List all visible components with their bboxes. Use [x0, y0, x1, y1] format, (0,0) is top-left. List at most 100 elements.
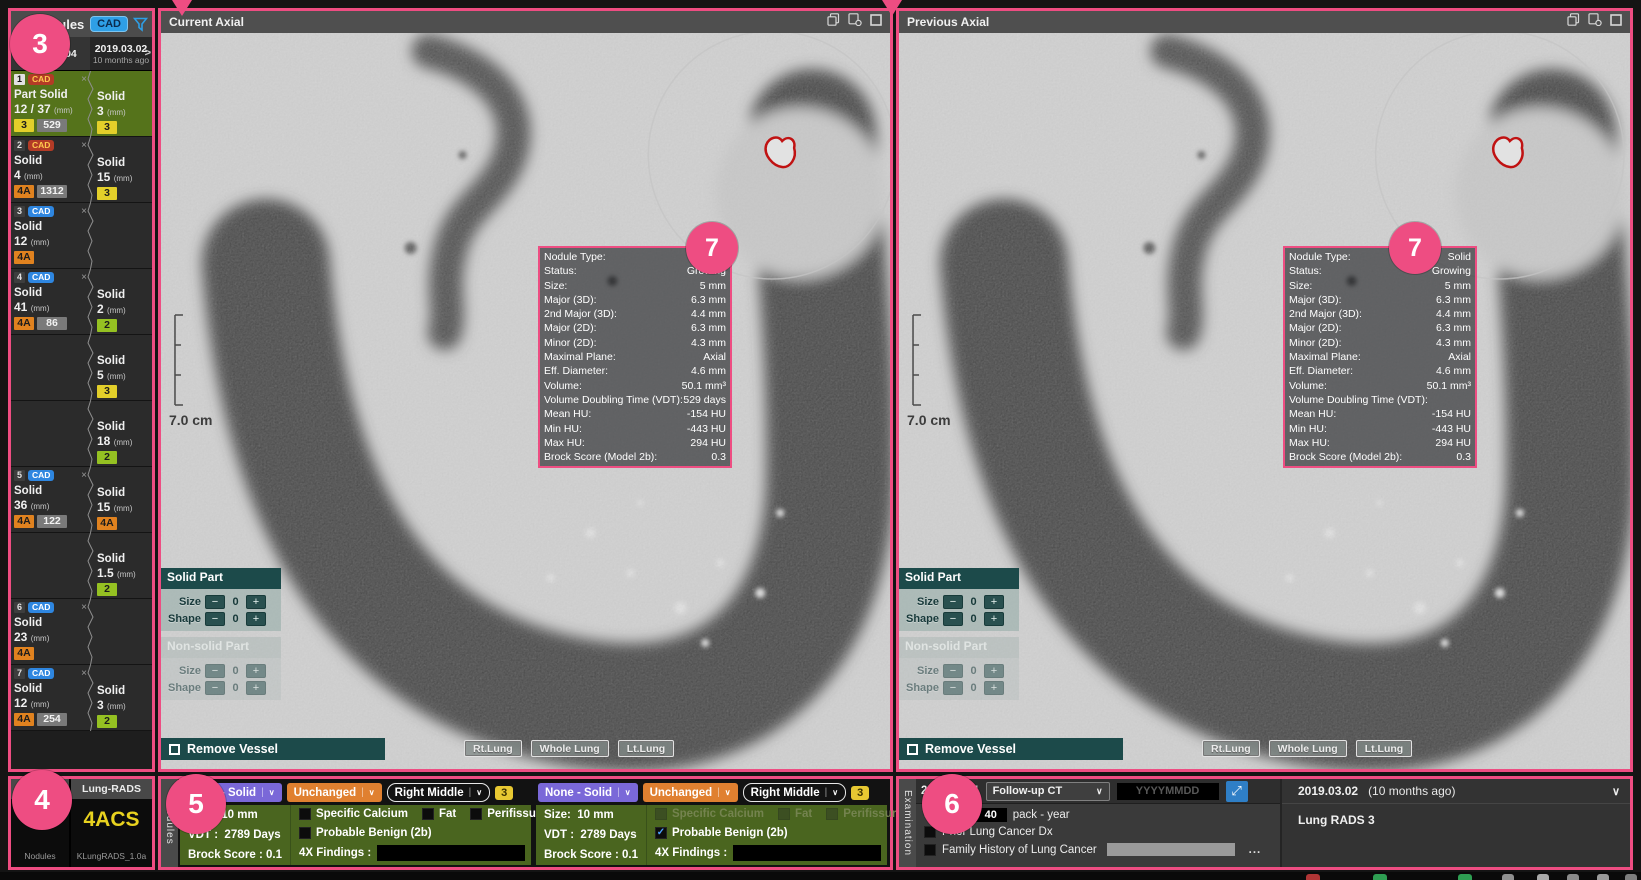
status-dropdown[interactable]: Unchanged | ∨ — [287, 783, 382, 802]
lung-region-button[interactable]: Rt.Lung — [1202, 740, 1260, 757]
overlay-row: 2nd Major (3D): 4.4 mm — [544, 307, 726, 321]
study-type-dropdown[interactable]: Follow-up CT ∨ — [986, 782, 1110, 801]
copy-report-icon[interactable] — [827, 13, 840, 31]
maximize-icon[interactable] — [870, 13, 882, 31]
lung-region-buttons: Rt.Lung Whole Lung Lt.Lung — [1202, 740, 1412, 757]
lung-region-button[interactable]: Whole Lung — [531, 740, 609, 757]
nodule-row[interactable]: 3 CAD × Solid 12 (mm) 4A — [11, 203, 152, 269]
overlay-row: Maximal Plane: Axial — [544, 350, 726, 364]
nodule-row[interactable]: 6 CAD × Solid 23 (mm) 4A — [11, 599, 152, 665]
link-zigzag — [87, 203, 94, 269]
nonsolid-part-title: Non-solid Part — [161, 637, 281, 658]
prior-cancer-checkbox[interactable]: Prior Lung Cancer Dx — [924, 825, 1272, 840]
overlay-row: Volume Doubling Time (VDT): — [1289, 393, 1471, 407]
previous-lungrads-result: Lung RADS 3 — [1282, 804, 1630, 836]
family-history-input[interactable] — [1107, 843, 1235, 856]
overlay-value: 0.3 — [1456, 450, 1471, 464]
viewport-title: Current Axial — [169, 15, 244, 29]
size-value: 23 — [14, 630, 27, 644]
filter-icon[interactable] — [133, 17, 148, 32]
nodule-size-label: 12 (mm) — [14, 234, 87, 248]
cad-badge: CAD — [28, 74, 54, 85]
overlay-value: 6.3 mm — [1436, 321, 1471, 335]
chevron-down-icon: ∨ — [832, 788, 838, 797]
nodule-size-label: 41 (mm) — [14, 300, 87, 314]
previous-study-date[interactable]: 2019.03.02 10 months ago — [90, 37, 152, 70]
tab-examination[interactable]: Examination — [899, 779, 916, 867]
overlay-label: Eff. Diameter: — [1289, 364, 1353, 378]
size-unit: (mm) — [114, 438, 133, 447]
lung-region-button[interactable]: Lt.Lung — [1356, 740, 1412, 757]
category-badge: 4A — [14, 713, 34, 726]
nodule-current-cell: 4 CAD × Solid 41 (mm) 4A 86 — [11, 269, 90, 334]
lung-region-button[interactable]: Whole Lung — [1269, 740, 1347, 757]
vdt-value: 2789 Days — [224, 829, 280, 841]
copy-report-icon[interactable] — [1567, 13, 1580, 31]
overlay-value: 4.6 mm — [691, 364, 726, 378]
previous-exam-ago: (10 months ago) — [1368, 784, 1455, 798]
location-dropdown[interactable]: Right Middle | ∨ — [743, 783, 846, 802]
overlay-label: Status: — [1289, 264, 1322, 278]
nodule-type-dropdown[interactable]: None - Solid | ∨ — [538, 783, 638, 802]
cad-toggle-button[interactable]: CAD — [90, 16, 128, 32]
nodule-type-label: Solid — [97, 420, 149, 434]
location-dropdown[interactable]: Right Middle | ∨ — [387, 783, 490, 802]
nodule-row[interactable]: 5 CAD × Solid 36 (mm) 4A 122 Solid 15 (m… — [11, 467, 152, 533]
increase-button[interactable]: + — [246, 595, 266, 609]
nodule-previous-cell: Solid 2 (mm) 2 — [90, 269, 152, 334]
nodule-type-label: Solid — [97, 486, 149, 500]
remove-vessel-checkbox[interactable] — [907, 744, 918, 755]
status-dropdown[interactable]: Unchanged | ∨ — [643, 783, 738, 802]
more-button[interactable]: ... — [1249, 844, 1262, 856]
increase-button[interactable]: + — [984, 595, 1004, 609]
overlay-value: -154 HU — [687, 407, 726, 421]
nodule-row[interactable]: 1 CAD × Part Solid 12 / 37 (mm) 3 529 So… — [11, 71, 152, 137]
family-history-checkbox[interactable]: Family History of Lung Cancer ... — [924, 842, 1272, 857]
solid-part-panel: Solid Part Size − 0 + Shape − 0 + Non-so… — [161, 568, 281, 700]
current-axial-viewport[interactable]: 7.0 cm Nodule Type: Solid Status: Growin… — [161, 33, 890, 769]
probable-benign-checkbox[interactable]: ✓Probable Benign (2b) — [655, 827, 788, 839]
nodule-type-label: Solid — [14, 220, 87, 234]
nodule-row[interactable]: Solid 5 (mm) 3 — [11, 335, 152, 401]
nodule-row[interactable]: 2 CAD × Solid 4 (mm) 4A 1312 Solid 15 (m… — [11, 137, 152, 203]
fat-checkbox[interactable]: Fat — [422, 808, 456, 820]
lung-region-button[interactable]: Lt.Lung — [618, 740, 674, 757]
adjust-label: Size — [903, 665, 939, 677]
previous-date-text: 2019.03.02 — [95, 43, 148, 55]
chevron-down-icon[interactable]: ∨ — [1612, 785, 1620, 798]
decrease-button[interactable]: − — [943, 595, 963, 609]
increase-button[interactable]: + — [984, 612, 1004, 626]
date-input[interactable] — [1117, 783, 1219, 800]
nodule-row[interactable]: Solid 1.5 (mm) 2 — [11, 533, 152, 599]
expand-icon[interactable]: ⤢ — [1226, 781, 1248, 802]
increase-button[interactable]: + — [246, 612, 266, 626]
decrease-button[interactable]: − — [943, 612, 963, 626]
remove-vessel-checkbox[interactable] — [169, 744, 180, 755]
overlay-label: 2nd Major (3D): — [1289, 307, 1362, 321]
specific-calcium-checkbox[interactable]: Specific Calcium — [299, 808, 408, 820]
nodule-type-label: Solid — [97, 684, 149, 698]
chevron-right-icon[interactable]: > — [145, 47, 151, 59]
nodule-row[interactable]: Solid 18 (mm) 2 — [11, 401, 152, 467]
decrease-button[interactable]: − — [205, 612, 225, 626]
adjust-label: Size — [903, 596, 939, 608]
previous-axial-viewport[interactable]: 7.0 cm Nodule Type: Solid Status: Growin… — [899, 33, 1630, 769]
findings-input[interactable] — [733, 845, 881, 861]
capture-settings-icon[interactable] — [848, 13, 862, 31]
nodule-current-cell: 2 CAD × Solid 4 (mm) 4A 1312 — [11, 137, 90, 202]
nodule-row[interactable]: 7 CAD × Solid 12 (mm) 4A 254 Solid 3 (mm… — [11, 665, 152, 731]
decrease-button[interactable]: − — [205, 595, 225, 609]
category-badge — [14, 383, 34, 396]
probable-benign-checkbox[interactable]: Probable Benign (2b) — [299, 827, 432, 839]
capture-settings-icon[interactable] — [1588, 13, 1602, 31]
size-unit: (mm) — [54, 106, 73, 115]
chevron-down-icon: ∨ — [476, 788, 482, 797]
adjust-row: Size − 0 + — [165, 664, 277, 678]
maximize-icon[interactable] — [1610, 13, 1622, 31]
lung-region-button[interactable]: Rt.Lung — [464, 740, 522, 757]
remove-vessel-control[interactable]: Remove Vessel — [161, 738, 385, 760]
nodule-row[interactable]: 4 CAD × Solid 41 (mm) 4A 86 Solid 2 (mm)… — [11, 269, 152, 335]
divider: | — [361, 787, 364, 798]
remove-vessel-control[interactable]: Remove Vessel — [899, 738, 1123, 760]
findings-input[interactable] — [377, 845, 525, 861]
